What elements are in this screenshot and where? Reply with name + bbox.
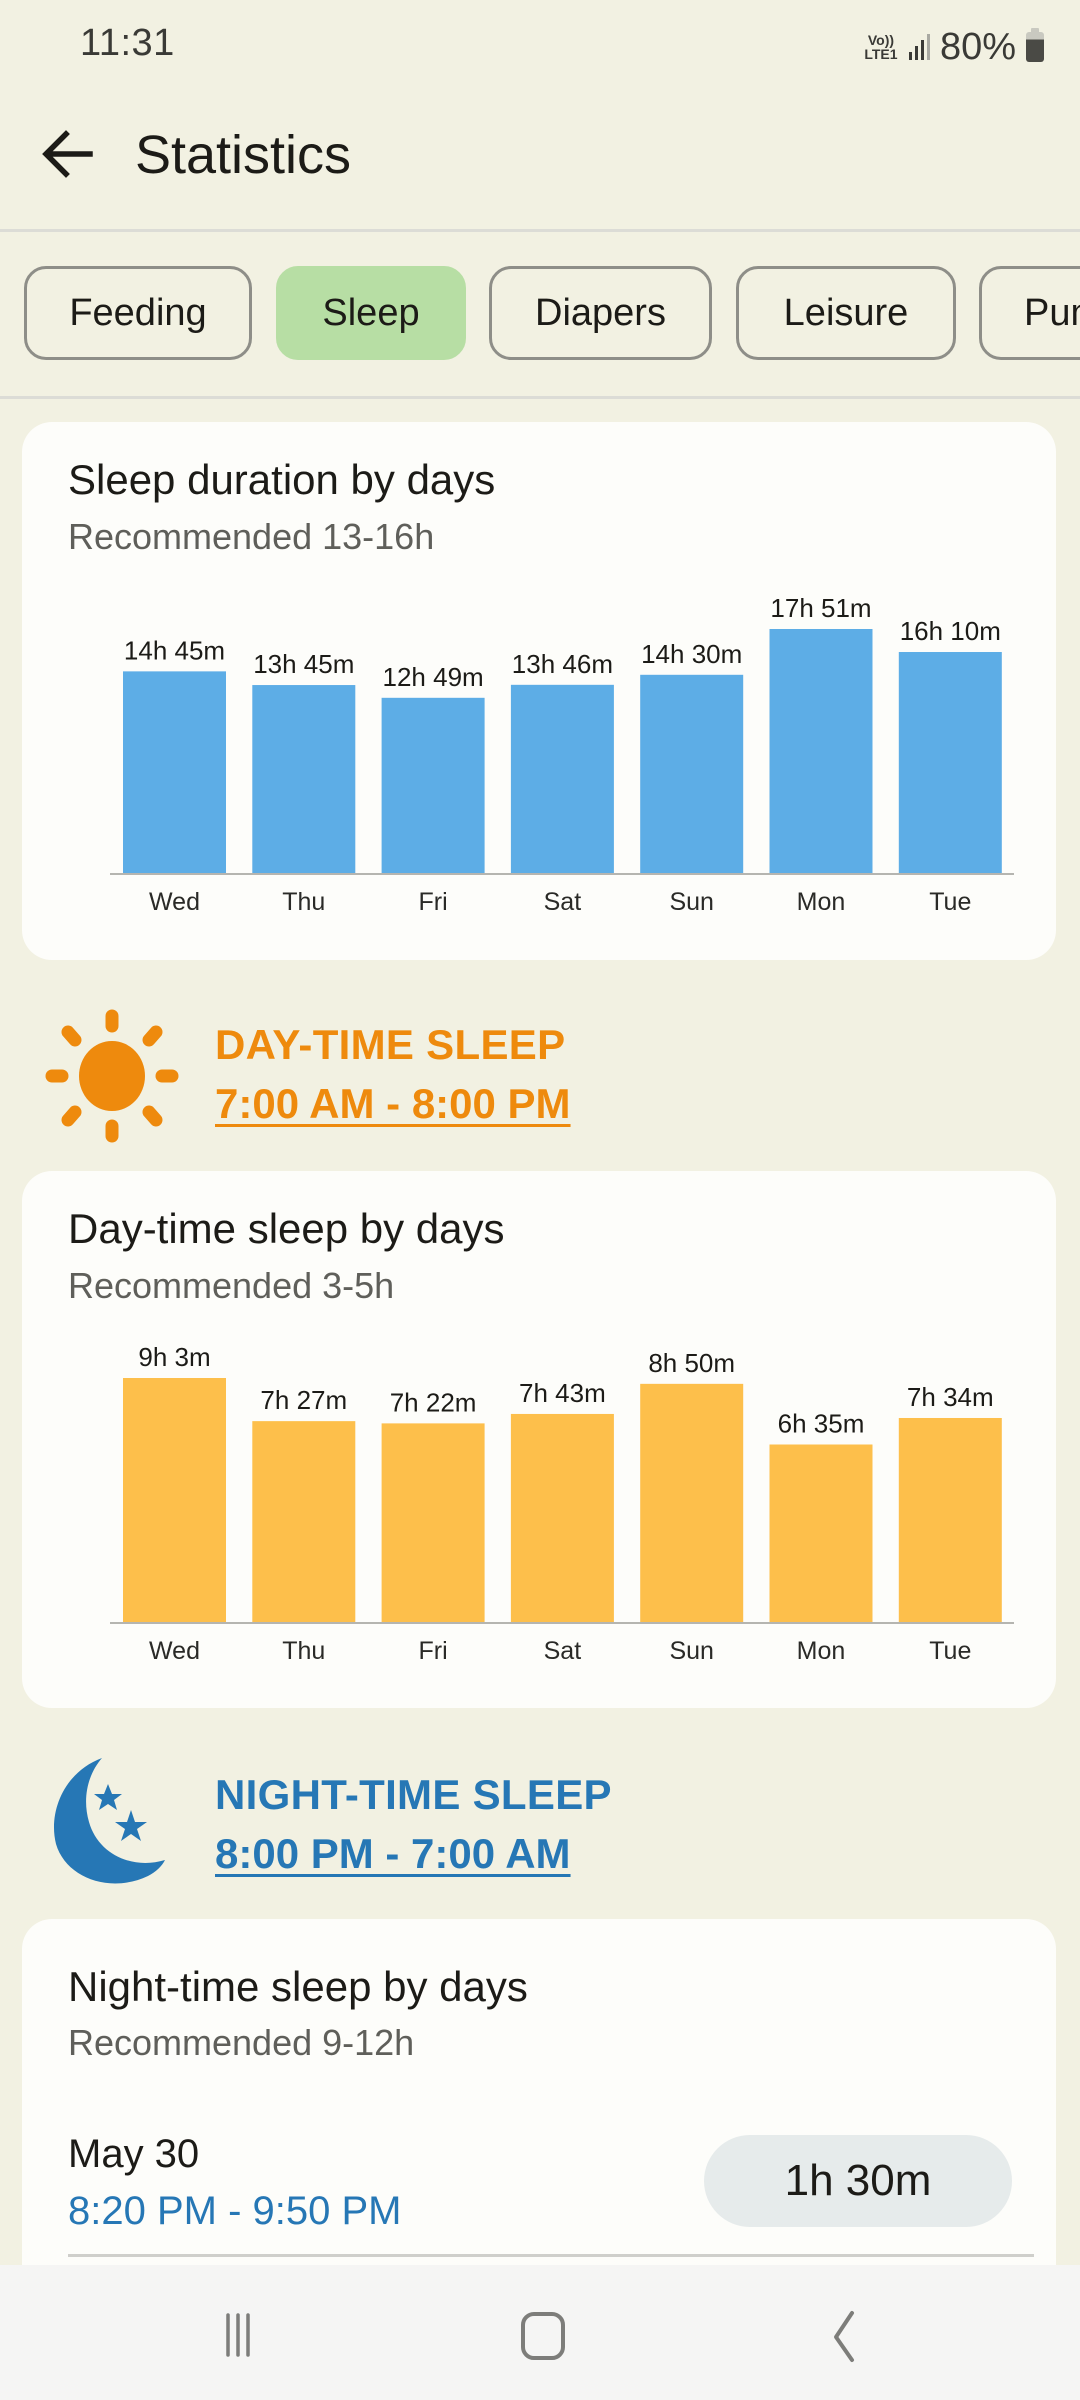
volte-lte-icon: Vo)) LTE1 xyxy=(863,33,899,61)
entry-duration-badge: 1h 30m xyxy=(704,2135,1012,2227)
bar-value-label: 12h 49m xyxy=(383,662,484,692)
x-tick-label: Mon xyxy=(797,888,846,916)
sleep-duration-chart-svg: 14h 45m Wed 13h 45m Thu 12h 49m Fri 13h 46m Sat… xyxy=(110,593,1014,916)
category-tabs: Feeding Sleep Diapers Leisure Pumping xyxy=(0,266,1080,364)
status-icons: Vo)) LTE1 80% xyxy=(863,22,1044,72)
bar-value-label: 14h 45m xyxy=(124,635,225,665)
entry-divider xyxy=(68,2254,1034,2257)
bar-thu xyxy=(252,1421,356,1622)
system-back-button[interactable] xyxy=(782,2295,902,2375)
bar-sun xyxy=(640,1383,744,1622)
tab-leisure[interactable]: Leisure xyxy=(736,266,956,360)
bar-fri xyxy=(381,1423,485,1622)
home-button[interactable] xyxy=(480,2295,600,2375)
day-time-sleep-chart-svg: 9h 3m Wed 7h 27m Thu 7h 22m Fri 7h 43m Sat 8h 50… xyxy=(110,1342,1014,1665)
bar-mon xyxy=(769,1444,873,1622)
battery-percent: 80% xyxy=(939,25,1016,68)
card-subtitle: Recommended 3-5h xyxy=(68,1265,395,1306)
tabs-divider xyxy=(0,396,1080,399)
card-subtitle: Recommended 13-16h xyxy=(68,516,435,557)
card-title: Sleep duration by days xyxy=(68,456,496,503)
bar-value-label: 7h 27m xyxy=(260,1385,347,1415)
back-chevron-icon xyxy=(834,2311,854,2362)
day-time-range-link[interactable]: 7:00 AM - 8:00 PM xyxy=(215,1080,571,1128)
x-tick-label: Tue xyxy=(929,888,971,916)
page-title: Statistics xyxy=(135,125,352,185)
bar-value-label: 8h 50m xyxy=(648,1348,735,1378)
entry-time-range: 8:20 PM - 9:50 PM xyxy=(68,2189,402,2233)
tab-feeding[interactable]: Feeding xyxy=(24,266,252,360)
night-time-sleep-card: Night-time sleep by days Recommended 9-1… xyxy=(22,1919,1056,2319)
lte-label: LTE1 xyxy=(864,46,898,62)
bar-value-label: 7h 34m xyxy=(907,1382,994,1412)
moon-stars-icon xyxy=(44,1752,184,1897)
bar-value-label: 14h 30m xyxy=(641,639,742,669)
x-tick-label: Sun xyxy=(669,888,713,916)
tab-pumping[interactable]: Pumping xyxy=(979,266,1080,360)
x-tick-label: Mon xyxy=(797,1637,846,1665)
status-time: 11:31 xyxy=(80,22,175,64)
night-time-sleep-title: NIGHT-TIME SLEEP xyxy=(215,1771,612,1818)
x-tick-label: Fri xyxy=(419,1637,448,1665)
bar-tue xyxy=(898,652,1002,873)
recents-icon xyxy=(226,2313,250,2357)
volte-label: Vo)) xyxy=(867,32,895,48)
sun-icon xyxy=(42,1004,182,1149)
tab-sleep[interactable]: Sleep xyxy=(276,266,466,360)
card-title: Day-time sleep by days xyxy=(68,1205,505,1252)
x-tick-label: Sat xyxy=(544,1637,582,1665)
bar-tue xyxy=(898,1417,1002,1622)
day-time-sleep-title: DAY-TIME SLEEP xyxy=(215,1021,566,1068)
bar-value-label: 16h 10m xyxy=(900,616,1001,646)
header-divider xyxy=(0,229,1080,232)
bar-wed xyxy=(123,1378,226,1622)
x-tick-label: Tue xyxy=(929,1637,971,1665)
bar-sun xyxy=(640,674,744,873)
x-tick-label: Thu xyxy=(282,888,325,916)
bar-wed xyxy=(123,671,226,873)
bar-mon xyxy=(769,629,873,873)
bar-value-label: 6h 35m xyxy=(778,1409,865,1439)
bar-value-label: 7h 22m xyxy=(390,1387,477,1417)
x-tick-label: Wed xyxy=(149,1637,200,1665)
recents-button[interactable] xyxy=(178,2295,298,2375)
bar-sat xyxy=(510,684,614,873)
entry-duration: 1h 30m xyxy=(784,2156,932,2205)
tab-label: Leisure xyxy=(783,291,909,334)
system-nav-bar xyxy=(0,2265,1080,2400)
sleep-duration-card: Sleep duration by days Recommended 13-16… xyxy=(22,422,1056,960)
bar-sat xyxy=(510,1413,614,1622)
x-tick-label: Fri xyxy=(419,888,448,916)
bar-value-label: 13h 46m xyxy=(512,649,613,679)
tab-label: Pumping xyxy=(1024,291,1080,334)
x-tick-label: Wed xyxy=(149,888,200,916)
x-tick-label: Thu xyxy=(282,1637,325,1665)
tab-label: Diapers xyxy=(535,291,666,334)
bar-value-label: 13h 45m xyxy=(253,649,354,679)
back-button[interactable] xyxy=(32,118,104,190)
bar-value-label: 9h 3m xyxy=(138,1342,210,1372)
signal-icon xyxy=(908,34,930,60)
arrow-left-icon xyxy=(42,130,93,178)
card-subtitle: Recommended 9-12h xyxy=(68,2022,415,2063)
card-title: Night-time sleep by days xyxy=(68,1963,528,2010)
day-time-sleep-card: Day-time sleep by days Recommended 3-5h … xyxy=(22,1171,1056,1708)
home-icon xyxy=(521,2312,565,2360)
tab-label: Sleep xyxy=(322,291,420,334)
bar-value-label: 17h 51m xyxy=(770,593,871,623)
bar-value-label: 7h 43m xyxy=(519,1378,606,1408)
battery-icon xyxy=(1026,28,1044,62)
tab-label: Feeding xyxy=(69,291,207,334)
bar-fri xyxy=(381,697,485,873)
night-time-range-link[interactable]: 8:00 PM - 7:00 AM xyxy=(215,1830,571,1878)
x-tick-label: Sun xyxy=(669,1637,713,1665)
day-time-sleep-chart: 9h 3m Wed 7h 27m Thu 7h 22m Fri 7h 43m Sat 8h 50… xyxy=(22,1331,1056,1665)
entry-date: May 30 xyxy=(68,2132,200,2176)
tab-diapers[interactable]: Diapers xyxy=(489,266,712,360)
bar-thu xyxy=(252,685,356,873)
x-tick-label: Sat xyxy=(544,888,582,916)
sleep-duration-chart: 14h 45m Wed 13h 45m Thu 12h 49m Fri 13h 46m Sat… xyxy=(22,582,1056,916)
